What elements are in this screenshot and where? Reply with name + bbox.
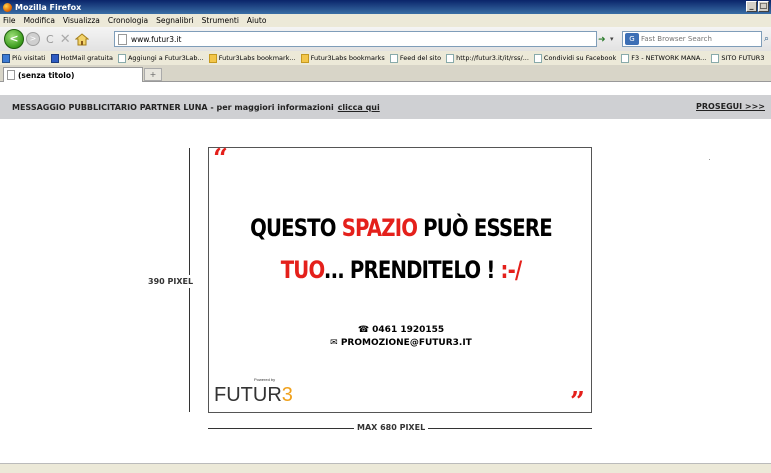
menu-aiuto[interactable]: Aiuto: [247, 16, 267, 25]
page-icon: [711, 53, 720, 63]
search-input[interactable]: [641, 35, 761, 43]
bookmark-item[interactable]: SITO FUTUR3: [711, 53, 765, 63]
menu-cronologia[interactable]: Cronologia: [108, 16, 148, 25]
bookmark-item[interactable]: Futur3Labs bookmarks: [300, 53, 385, 63]
navigation-toolbar: < > C ✕ ➜ ▾ G ⌕: [0, 27, 771, 51]
bookmark-item[interactable]: HotMail gratuita: [50, 53, 113, 63]
phone-number: ☎ 0461 1920155: [357, 325, 445, 335]
bookmark-label: Futur3Labs bookmark...: [218, 54, 296, 62]
bookmark-label: Aggiungi a Futur3Lab...: [127, 54, 204, 62]
width-dimension-label: MAX 680 PIXEL: [357, 423, 426, 432]
folder-icon: [208, 53, 217, 63]
bookmark-item[interactable]: Condividi su Facebook: [533, 53, 617, 63]
title-bar: Mozilla Firefox _ □: [0, 0, 771, 14]
menu-segnalibri[interactable]: Segnalibri: [156, 16, 194, 25]
bookmark-item[interactable]: Feed del sito: [389, 53, 442, 63]
forward-button[interactable]: >: [26, 32, 40, 46]
search-icon[interactable]: ⌕: [764, 34, 769, 44]
tab-bar: (senza titolo) +: [0, 65, 771, 82]
continue-link[interactable]: PROSEGUI >>>: [696, 102, 765, 111]
contact-info: ☎ 0461 1920155 ✉ PROMOZIONE@FUTUR3.IT: [209, 324, 593, 350]
menu-strumenti[interactable]: Strumenti: [202, 16, 239, 25]
page-icon: [621, 53, 630, 63]
page-icon: [7, 70, 15, 80]
powered-by-label: Powered by: [254, 377, 276, 382]
height-dimension-label: 390 PIXEL: [148, 275, 194, 288]
bookmark-label: SITO FUTUR3: [721, 54, 765, 62]
width-dimension-line-right: [428, 428, 592, 429]
go-button[interactable]: ➜: [598, 35, 606, 45]
promo-text: MESSAGGIO PUBBLICITARIO PARTNER LUNA - p…: [12, 102, 334, 112]
window-title: Mozilla Firefox: [15, 2, 82, 12]
folder-icon: [300, 53, 309, 63]
page-icon: [446, 53, 455, 63]
page-dot: [709, 159, 710, 160]
promo-link[interactable]: clicca qui: [338, 103, 380, 112]
menu-visualizza[interactable]: Visualizza: [63, 16, 100, 25]
bookmark-label: HotMail gratuita: [60, 54, 113, 62]
bookmark-label: F3 - NETWORK MANA...: [631, 54, 707, 62]
headline-text: QUESTO: [250, 214, 342, 242]
url-input[interactable]: [131, 34, 596, 44]
status-bar: [0, 463, 771, 473]
logo-text: FUTUR: [214, 384, 282, 406]
bookmarks-toolbar: Più visitati HotMail gratuita Aggiungi a…: [0, 51, 771, 65]
firefox-logo-icon: [3, 2, 12, 12]
page-icon: [389, 53, 398, 63]
headline-highlight: TUO: [280, 256, 325, 284]
logo-accent: 3: [281, 384, 293, 406]
ad-placeholder[interactable]: “ QUESTO SPAZIO PUÒ ESSERE TUO... PRENDI…: [208, 144, 593, 417]
new-tab-button[interactable]: +: [144, 68, 162, 81]
home-icon[interactable]: [74, 32, 89, 46]
menu-bar: File Modifica Visualizza Cronologia Segn…: [0, 14, 771, 27]
tab-title: (senza titolo): [18, 70, 75, 80]
address-bar[interactable]: [114, 31, 597, 47]
search-box[interactable]: G: [622, 31, 762, 47]
open-quote-icon: “: [213, 144, 228, 174]
headline-emoticon: :-/: [500, 256, 523, 284]
maximize-button[interactable]: □: [758, 1, 769, 12]
search-engine-icon[interactable]: G: [625, 33, 639, 45]
futur3-logo: Powered by FUTUR3: [214, 377, 293, 407]
minimize-button[interactable]: _: [746, 1, 757, 12]
hotmail-icon: [50, 53, 59, 63]
bookmark-item[interactable]: Futur3Labs bookmark...: [208, 53, 296, 63]
promo-banner: MESSAGGIO PUBBLICITARIO PARTNER LUNA - p…: [0, 95, 771, 119]
page-icon: [118, 33, 127, 45]
bookmark-label: Feed del sito: [399, 54, 442, 62]
page-icon: [117, 53, 126, 63]
bookmark-item[interactable]: F3 - NETWORK MANA...: [621, 53, 707, 63]
headline-text: ... PRENDITELO !: [323, 256, 501, 284]
bookmark-item[interactable]: http://futur3.it/it/rss/...: [446, 53, 529, 63]
reload-button[interactable]: C: [46, 33, 54, 46]
ad-headline-line2: TUO... PRENDITELO ! :-/: [244, 256, 559, 284]
email-address: ✉ PROMOZIONE@FUTUR3.IT: [330, 338, 472, 348]
page-icon: [533, 53, 542, 63]
bookmark-label: http://futur3.it/it/rss/...: [456, 54, 529, 62]
history-dropdown-icon[interactable]: ▾: [610, 35, 614, 43]
menu-file[interactable]: File: [3, 16, 16, 25]
bookmark-item[interactable]: Più visitati: [2, 53, 46, 63]
headline-text: PUÒ ESSERE: [417, 214, 553, 242]
stop-button[interactable]: ✕: [60, 32, 71, 47]
window-controls: _ □: [746, 1, 769, 12]
tab-current[interactable]: (senza titolo): [3, 67, 143, 82]
bookmark-label: Futur3Labs bookmarks: [310, 54, 385, 62]
star-icon: [2, 53, 10, 63]
ad-headline-line1: QUESTO SPAZIO PUÒ ESSERE: [244, 214, 559, 242]
browser-window: Mozilla Firefox _ □ File Modifica Visual…: [0, 0, 771, 473]
headline-highlight: SPAZIO: [341, 214, 418, 242]
close-quote-icon: ”: [570, 387, 585, 417]
menu-modifica[interactable]: Modifica: [24, 16, 55, 25]
back-button[interactable]: <: [4, 29, 24, 49]
bookmark-label: Più visitati: [12, 54, 46, 62]
bookmark-item[interactable]: Aggiungi a Futur3Lab...: [117, 53, 204, 63]
bookmark-label: Condividi su Facebook: [543, 54, 617, 62]
width-dimension-line-left: [208, 428, 354, 429]
